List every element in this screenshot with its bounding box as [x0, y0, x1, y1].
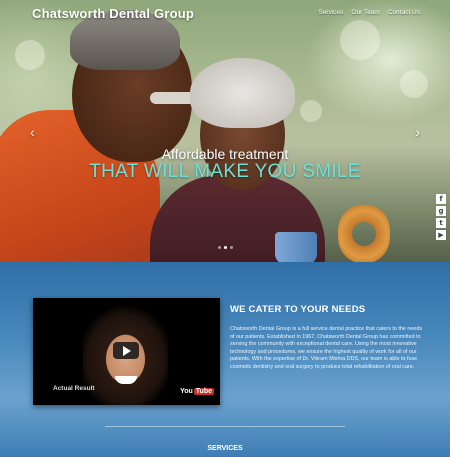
- video-player[interactable]: Actual Result You Tube: [33, 298, 220, 405]
- section-divider: [105, 426, 345, 427]
- youtube-icon[interactable]: ▶: [436, 230, 446, 240]
- nav-item-services[interactable]: Services: [318, 9, 343, 16]
- services-heading: SERVICES: [207, 445, 243, 452]
- slider-prev-arrow-icon[interactable]: ‹: [30, 124, 35, 140]
- slider-next-arrow-icon[interactable]: ›: [415, 124, 420, 140]
- video-caption: Actual Result: [53, 385, 95, 392]
- twitter-icon[interactable]: t: [436, 218, 446, 228]
- hero-photo-pretzel: [338, 205, 390, 262]
- nav-item-our-team[interactable]: Our Team: [351, 9, 379, 16]
- google-plus-icon[interactable]: g: [436, 206, 446, 216]
- youtube-logo[interactable]: You Tube: [180, 388, 214, 395]
- slider-dot-active[interactable]: [224, 246, 227, 249]
- nav-item-contact-us[interactable]: Contact Us: [388, 9, 420, 16]
- site-title[interactable]: Chatsworth Dental Group: [32, 6, 194, 21]
- hero-slider: Chatsworth Dental Group Services Our Tea…: [0, 0, 450, 262]
- facebook-icon[interactable]: f: [436, 194, 446, 204]
- social-links: f g t ▶: [436, 194, 446, 240]
- slider-dot[interactable]: [218, 246, 221, 249]
- slider-dot[interactable]: [230, 246, 233, 249]
- main-nav: Services Our Team Contact Us: [318, 9, 420, 16]
- about-section: Actual Result You Tube WE CATER TO YOUR N…: [0, 262, 450, 457]
- play-icon[interactable]: [113, 342, 139, 359]
- about-body: Chatsworth Dental Group is a full servic…: [230, 326, 423, 370]
- hero-tagline: Affordable treatment: [161, 146, 289, 162]
- slider-pagination: [218, 246, 233, 249]
- about-title: WE CATER TO YOUR NEEDS: [230, 304, 366, 315]
- hero-photo-cup: [275, 232, 317, 262]
- hero-tagline-highlight: THAT WILL MAKE YOU SMILE: [89, 161, 361, 182]
